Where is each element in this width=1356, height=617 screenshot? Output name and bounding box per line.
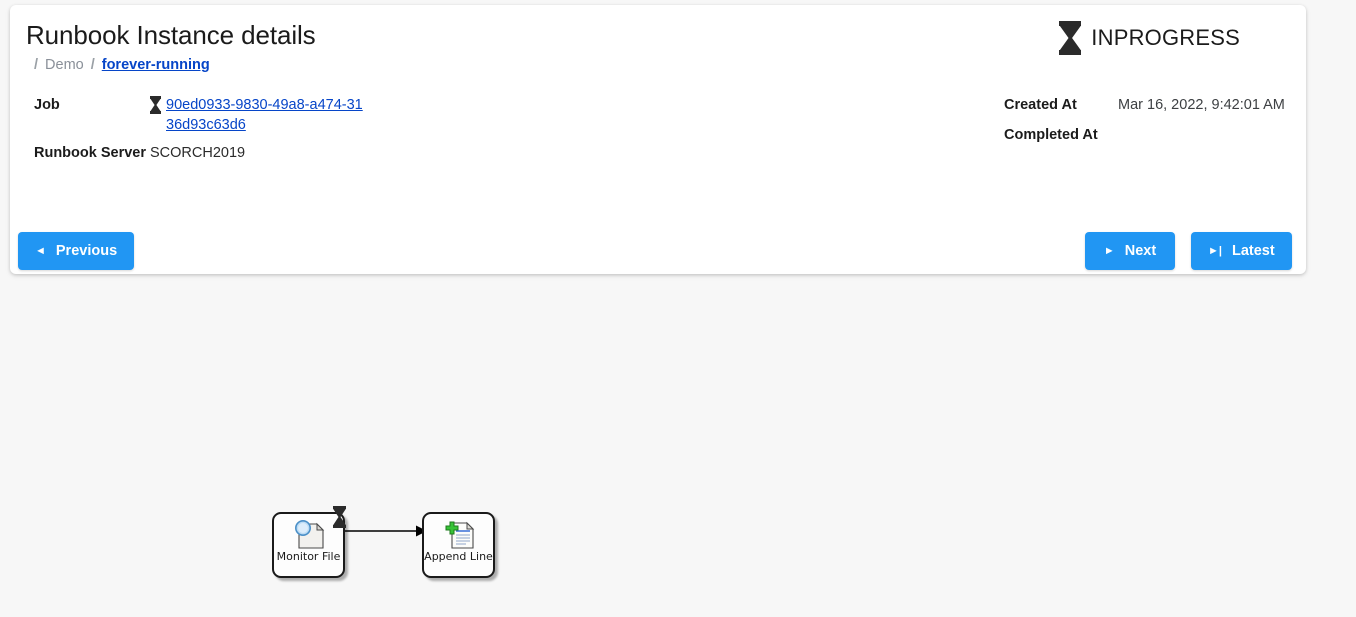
app-root: Runbook Instance details / Demo / foreve…	[0, 0, 1356, 617]
pagination-toolbar: ◄ Previous ► Next ►| Latest	[10, 232, 1306, 272]
field-runbook-server: Runbook Server SCORCH2019	[34, 143, 594, 163]
caret-left-icon: ◄	[35, 244, 46, 257]
latest-button[interactable]: ►| Latest	[1191, 232, 1292, 270]
previous-button[interactable]: ◄ Previous	[18, 232, 135, 270]
field-completed-at-label: Completed At	[1004, 127, 1098, 143]
field-created-at-value: Mar 16, 2022, 9:42:01 AM	[1118, 97, 1285, 113]
breadcrumb: / Demo / forever-running	[34, 57, 210, 73]
breadcrumb-item-current[interactable]: forever-running	[102, 57, 210, 73]
hourglass-icon	[333, 506, 346, 528]
next-button[interactable]: ► Next	[1085, 232, 1175, 270]
field-job-label: Job	[34, 97, 60, 113]
breadcrumb-item-folder: Demo	[45, 57, 84, 73]
diagram-node-append-line[interactable]: Append Line	[422, 512, 495, 578]
latest-button-label: Latest	[1231, 243, 1275, 259]
field-created-at-label: Created At	[1004, 97, 1077, 113]
runbook-diagram: Monitor File Append Line	[265, 498, 510, 590]
field-job: Job 90ed0933-9830-49a8-a474-3136d93c63d6	[34, 95, 594, 135]
hourglass-icon	[150, 96, 161, 114]
field-runbook-server-value: SCORCH2019	[150, 145, 246, 161]
field-runbook-server-label: Runbook Server	[34, 145, 146, 161]
details-right-column: Created At Mar 16, 2022, 9:42:01 AM Comp…	[1004, 95, 1304, 155]
next-button-label: Next	[1124, 243, 1157, 259]
skip-to-end-icon: ►|	[1208, 244, 1222, 257]
hourglass-icon	[1059, 21, 1082, 55]
card-header: Runbook Instance details / Demo / foreve…	[10, 5, 1306, 91]
job-id-link[interactable]: 90ed0933-9830-49a8-a474-3136d93c63d6	[166, 95, 366, 135]
diagram-node-monitor-file-label: Monitor File	[276, 550, 341, 563]
page-title: Runbook Instance details	[26, 20, 316, 50]
status-badge: INPROGRESS	[1059, 21, 1240, 55]
diagram-node-append-line-label: Append Line	[424, 550, 493, 563]
details-left-column: Job 90ed0933-9830-49a8-a474-3136d93c63d6…	[34, 95, 594, 171]
breadcrumb-separator-2: /	[90, 57, 95, 73]
monitor-file-icon	[294, 520, 324, 549]
runbook-instance-details-card: Runbook Instance details / Demo / foreve…	[10, 5, 1306, 274]
append-line-icon	[445, 521, 474, 549]
caret-right-icon: ►	[1103, 244, 1115, 257]
field-created-at: Created At Mar 16, 2022, 9:42:01 AM	[1004, 95, 1304, 115]
breadcrumb-separator-1: /	[34, 57, 39, 73]
field-completed-at: Completed At	[1004, 125, 1304, 145]
status-label: INPROGRESS	[1091, 25, 1240, 50]
field-job-value: 90ed0933-9830-49a8-a474-3136d93c63d6	[150, 95, 366, 135]
previous-button-label: Previous	[55, 243, 118, 259]
